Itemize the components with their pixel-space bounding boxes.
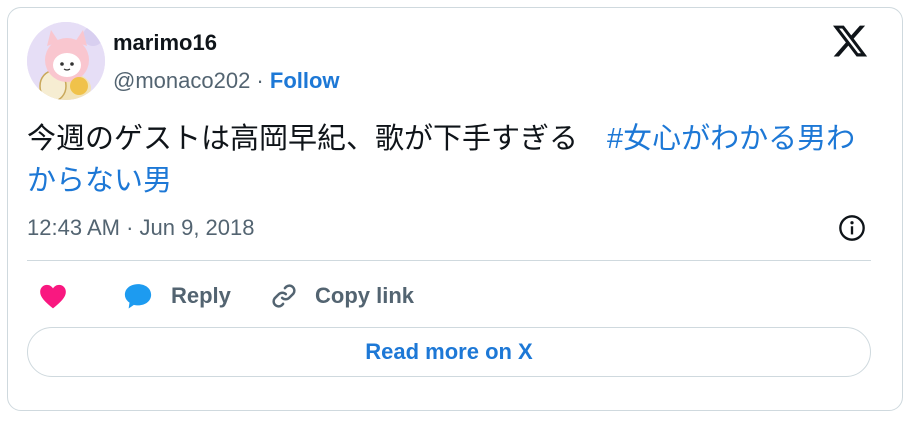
timestamp[interactable]: 12:43 AM · Jun 9, 2018	[27, 215, 255, 241]
read-more-button[interactable]: Read more on X	[27, 327, 871, 377]
separator: ·	[250, 68, 270, 93]
heart-icon	[40, 284, 66, 309]
divider	[27, 260, 871, 261]
follow-button[interactable]: Follow	[270, 68, 340, 93]
author-name[interactable]: marimo16	[113, 30, 217, 56]
x-logo-icon[interactable]	[831, 22, 869, 60]
avatar[interactable]	[27, 22, 105, 100]
reply-button[interactable]: Reply	[123, 276, 231, 316]
like-button[interactable]	[39, 276, 67, 316]
cat-hood-avatar-icon	[27, 22, 105, 100]
speech-bubble-icon	[124, 284, 152, 309]
copy-link-button[interactable]: Copy link	[269, 276, 414, 316]
author-handle-row: @monaco202 · Follow	[113, 68, 340, 94]
tweet-text: 今週のゲストは高岡早紀、歌が下手すぎる #女心がわかる男わからない男	[27, 118, 877, 202]
link-icon	[272, 284, 296, 308]
info-icon[interactable]	[838, 214, 866, 242]
reply-label: Reply	[171, 283, 231, 308]
author-handle[interactable]: @monaco202	[113, 68, 250, 93]
tweet-body: 今週のゲストは高岡早紀、歌が下手すぎる	[27, 123, 608, 155]
action-bar: Reply Copy link	[27, 276, 871, 316]
copy-link-label: Copy link	[315, 283, 415, 308]
